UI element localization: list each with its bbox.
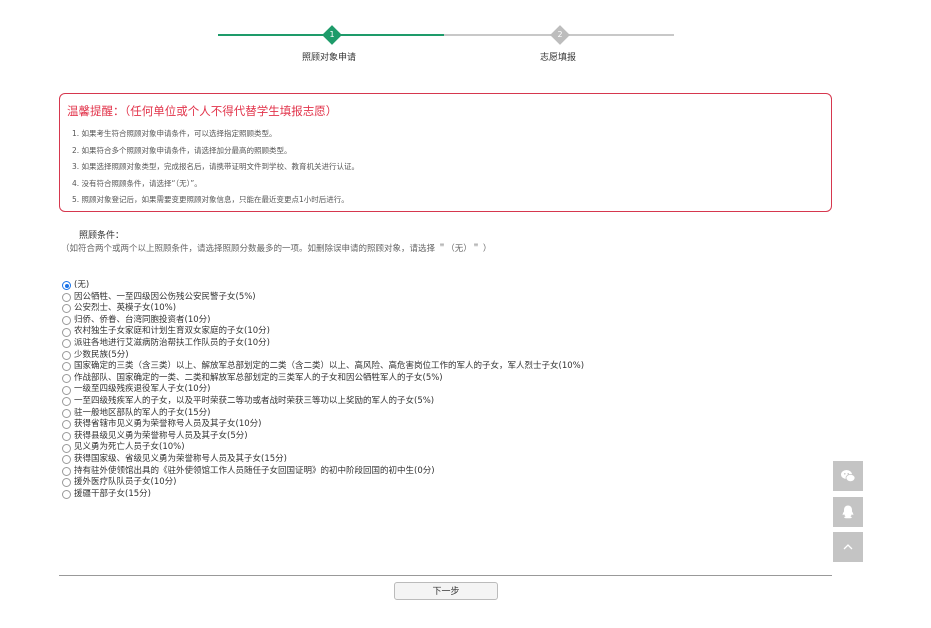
radio-button[interactable]	[62, 489, 71, 499]
back-to-top-icon	[843, 544, 853, 550]
condition-option-label: 一至四级残疾军人的子女，以及平时荣获二等功或者战时荣获三等功以上奖励的军人的子女…	[74, 395, 435, 406]
step-2-marker: 2	[550, 25, 570, 45]
condition-option[interactable]: 援疆干部子女(15分)	[62, 489, 584, 501]
condition-option-label: 持有驻外使领馆出具的《驻外使领馆工作人员随任子女回国证明》的初中阶段回国的初中生…	[74, 465, 435, 476]
condition-option[interactable]: 少数民族(5分)	[62, 350, 584, 362]
reminder-title: 温馨提醒：（任何单位或个人不得代替学生填报志愿）	[67, 104, 338, 118]
condition-option-label: 作战部队、国家确定的一类、二类和解放军总部划定的三类军人的子女和因公牺牲军人的子…	[74, 372, 443, 383]
condition-option-label: 少数民族(5分)	[74, 349, 129, 360]
conditions-hint: （如符合两个或两个以上照顾条件，请选择照顾分数最多的一项。如删除误申请的照顾对象…	[61, 244, 492, 254]
step-1-marker: 1	[322, 25, 342, 45]
condition-option[interactable]: 驻一般地区部队的军人的子女(15分)	[62, 408, 584, 420]
wechat-icon	[841, 470, 856, 482]
radio-button[interactable]	[62, 339, 71, 349]
radio-button[interactable]	[62, 385, 71, 395]
condition-option-label: 援疆干部子女(15分)	[74, 488, 151, 499]
condition-option[interactable]: 公安烈士、英模子女(10%)	[62, 303, 584, 315]
condition-option[interactable]: 因公牺牲、一至四级因公伤残公安民警子女(5%)	[62, 292, 584, 304]
back-to-top-button[interactable]	[833, 532, 863, 562]
condition-option[interactable]: 获得县级见义勇为荣誉称号人员及其子女(5分)	[62, 431, 584, 443]
step-1-label: 照顾对象申请	[302, 53, 357, 63]
condition-option-label: 见义勇为死亡人员子女(10%)	[74, 442, 185, 453]
reminder-item: 4. 没有符合照顾条件，请选择“（无）”。	[72, 178, 202, 188]
radio-button[interactable]	[62, 466, 71, 476]
reminder-item: 1. 如果考生符合照顾对象申请条件，可以选择指定照顾类型。	[72, 129, 277, 138]
condition-option-label: 获得国家级、省级见义勇为荣誉称号人员及其子女(15分)	[74, 453, 287, 464]
condition-option[interactable]: 获得省辖市见义勇为荣誉称号人员及其子女(10分)	[62, 419, 584, 431]
wechat-button[interactable]	[833, 461, 863, 491]
condition-option[interactable]: 一至四级残疾军人的子女，以及平时荣获二等功或者战时荣获三等功以上奖励的军人的子女…	[62, 396, 584, 408]
condition-option[interactable]: 一级至四级残疾退役军人子女(10分)	[62, 384, 584, 396]
condition-option-label: 派驻各地进行艾滋病防治帮扶工作队员的子女(10分)	[74, 337, 270, 348]
radio-button[interactable]	[62, 374, 71, 384]
condition-option[interactable]: 作战部队、国家确定的一类、二类和解放军总部划定的三类军人的子女和因公牺牲军人的子…	[62, 373, 584, 385]
care-condition-options: (无) 因公牺牲、一至四级因公伤残公安民警子女(5%) 公安烈士、英模子女(10%)…	[62, 280, 584, 500]
radio-button[interactable]	[62, 327, 71, 337]
reminder-item: 2. 如果符合多个照顾对象申请条件，请选择加分最高的照顾类型。	[72, 145, 292, 155]
step-2-number: 2	[557, 30, 563, 39]
radio-button[interactable]	[62, 443, 71, 453]
radio-button[interactable]	[62, 304, 71, 314]
condition-option-label: 驻一般地区部队的军人的子女(15分)	[74, 407, 211, 418]
condition-option[interactable]: 获得国家级、省级见义勇为荣誉称号人员及其子女(15分)	[62, 454, 584, 466]
radio-button[interactable]	[62, 292, 71, 302]
condition-option[interactable]: 派驻各地进行艾滋病防治帮扶工作队员的子女(10分)	[62, 338, 584, 350]
radio-button[interactable]	[62, 316, 71, 326]
condition-option[interactable]: 援外医疗队队员子女(10分)	[62, 477, 584, 489]
condition-option-label: 获得县级见义勇为荣誉称号人员及其子女(5分)	[74, 430, 248, 441]
radio-button[interactable]	[62, 432, 71, 442]
radio-button[interactable]	[62, 420, 71, 430]
condition-option[interactable]: (无)	[62, 280, 584, 292]
qq-icon	[842, 505, 854, 519]
condition-option-label: 公安烈士、英模子女(10%)	[74, 303, 177, 314]
radio-button[interactable]	[62, 478, 71, 488]
condition-option-label: (无)	[74, 280, 90, 290]
radio-button[interactable]	[62, 350, 71, 360]
progress-stepper: 1 2 照顾对象申请 志愿填报	[0, 0, 931, 70]
condition-option[interactable]: 见义勇为死亡人员子女(10%)	[62, 442, 584, 454]
condition-option-label: 获得省辖市见义勇为荣誉称号人员及其子女(10分)	[74, 419, 262, 430]
condition-option[interactable]: 持有驻外使领馆出具的《驻外使领馆工作人员随任子女回国证明》的初中阶段回国的初中生…	[62, 466, 584, 478]
conditions-title: 照顾条件：	[79, 231, 125, 241]
divider	[59, 575, 832, 576]
radio-button[interactable]	[62, 408, 71, 418]
condition-option[interactable]: 归侨、侨眷、台湾同胞投资者(10分)	[62, 315, 584, 327]
reminder-item: 3. 如果选择照顾对象类型，完成报名后，请携带证明文件到学校、教育机关进行认证。	[72, 162, 360, 171]
radio-button[interactable]	[62, 362, 71, 372]
qq-button[interactable]	[833, 497, 863, 527]
condition-option-label: 一级至四级残疾退役军人子女(10分)	[74, 384, 211, 395]
condition-option-label: 因公牺牲、一至四级因公伤残公安民警子女(5%)	[74, 291, 256, 302]
reminder-list: 1. 如果考生符合照顾对象申请条件，可以选择指定照顾类型。 2. 如果符合多个照…	[72, 126, 359, 209]
condition-option-label: 援外医疗队队员子女(10分)	[74, 477, 177, 488]
condition-option-label: 国家确定的三类（含三类）以上、解放军总部划定的二类（含二类）以上、高风险、高危害…	[74, 361, 585, 372]
step-1-number: 1	[329, 30, 335, 39]
step-2-label: 志愿填报	[540, 53, 577, 63]
radio-button[interactable]	[62, 397, 71, 407]
condition-option[interactable]: 农村独生子女家庭和计划生育双女家庭的子女(10分)	[62, 326, 584, 338]
reminder-item: 5. 照顾对象登记后，如果需要变更照顾对象信息，只能在最近变更点1小时后进行。	[72, 195, 349, 204]
condition-option-label: 归侨、侨眷、台湾同胞投资者(10分)	[74, 314, 211, 325]
condition-option-label: 农村独生子女家庭和计划生育双女家庭的子女(10分)	[74, 326, 270, 337]
condition-option[interactable]: 国家确定的三类（含三类）以上、解放军总部划定的二类（含二类）以上、高风险、高危害…	[62, 361, 584, 373]
radio-button[interactable]	[62, 281, 71, 291]
next-step-button[interactable]: 下一步	[394, 582, 498, 600]
warm-reminder-box: 温馨提醒：（任何单位或个人不得代替学生填报志愿） 1. 如果考生符合照顾对象申请…	[59, 93, 832, 212]
radio-button[interactable]	[62, 455, 71, 465]
